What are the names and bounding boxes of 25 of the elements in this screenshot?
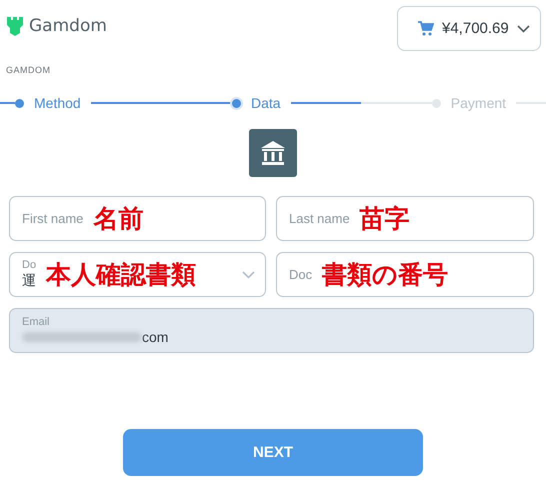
field-value: com: [142, 329, 168, 345]
annotation-text: 名前: [93, 203, 144, 235]
input-field[interactable]: Doc 書類の番号: [276, 252, 534, 297]
bank-icon: [249, 129, 297, 177]
merchant-name: GAMDOM: [6, 65, 52, 75]
field-placeholder: Doc: [289, 267, 312, 282]
cart-icon: [418, 21, 434, 36]
input-field[interactable]: First name 名前: [9, 196, 266, 241]
castle-logo-icon: [7, 16, 23, 36]
chevron-down-icon: [242, 270, 255, 278]
annotation-text: 本人確認書類: [46, 259, 196, 291]
brand-name: Gamdom: [29, 16, 107, 36]
annotation-text: 苗字: [360, 203, 410, 235]
step-label[interactable]: Data: [240, 95, 291, 111]
field-placeholder: Last name: [289, 211, 350, 226]
field-value: 運: [22, 272, 36, 290]
input-field[interactable]: Last name 苗字: [276, 196, 534, 241]
annotation-text: 書類の番号: [322, 259, 448, 291]
chevron-down-icon: [517, 24, 530, 32]
field-label: Email: [22, 316, 51, 328]
cart-button[interactable]: ¥4,700.69: [397, 6, 541, 51]
next-button[interactable]: NEXT: [123, 429, 423, 476]
step-label[interactable]: Method: [24, 95, 91, 111]
field-placeholder: First name: [22, 211, 84, 226]
field-label: Do: [22, 259, 36, 271]
